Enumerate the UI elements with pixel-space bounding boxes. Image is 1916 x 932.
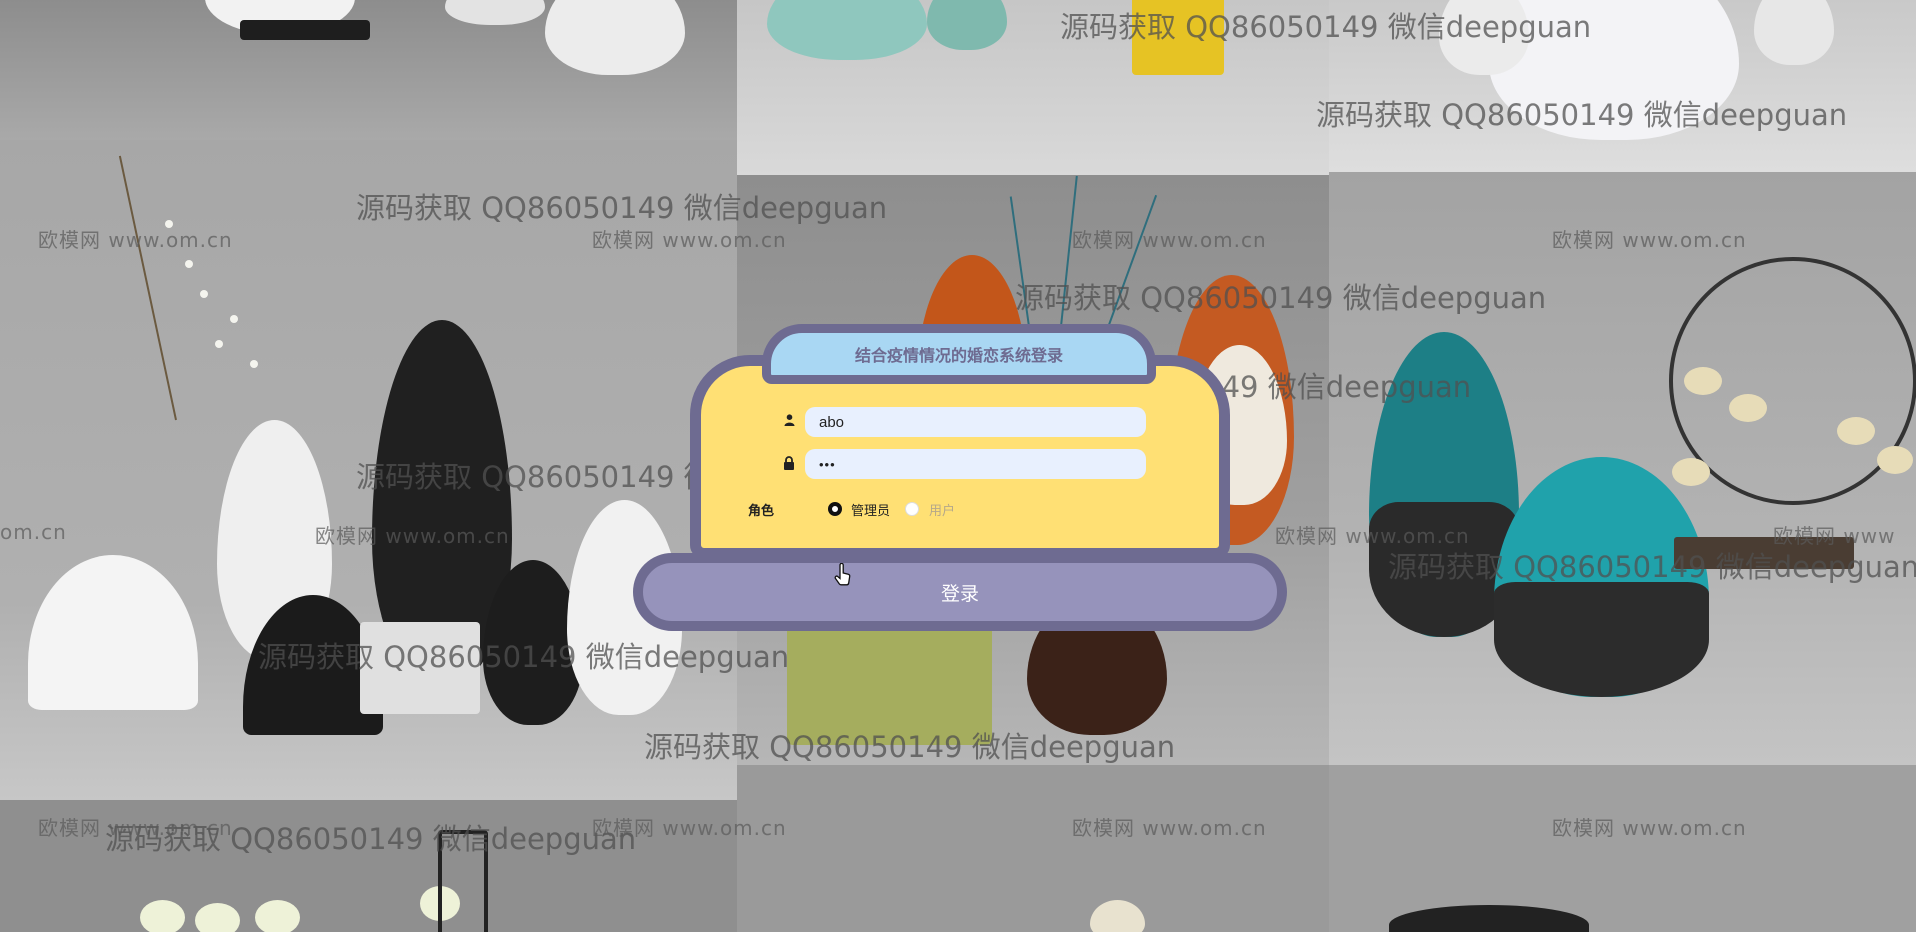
role-radio-admin[interactable]: [828, 502, 842, 516]
watermark-site: 欧模网 www.om.cn: [38, 816, 233, 840]
watermark-text: 源码获取 QQ86050149 微信deepguan: [258, 640, 790, 674]
role-label-user[interactable]: 用户: [929, 500, 955, 519]
background-tile: [1329, 765, 1916, 932]
watermark-site: om.cn: [0, 520, 67, 544]
login-button[interactable]: 登录: [633, 553, 1287, 631]
background-tile: [0, 0, 737, 140]
watermark-site: 欧模网 www.om.cn: [315, 524, 510, 548]
watermark-text: 源码获取 QQ86050149 微信deepguan: [1388, 550, 1916, 584]
role-label-admin[interactable]: 管理员: [851, 500, 890, 519]
watermark-site: 欧模网 www.om.cn: [38, 228, 233, 252]
role-label: 角色: [748, 504, 775, 519]
background-tile: [1329, 172, 1916, 765]
role-radio-user[interactable]: [905, 502, 919, 516]
password-input[interactable]: •••: [805, 449, 1146, 479]
watermark-site: 欧模网 www.om.cn: [1072, 228, 1267, 252]
password-mask: •••: [819, 456, 836, 472]
watermark-text: 源码获取 QQ86050149 微信deepguan: [1015, 281, 1547, 315]
watermark-text: 源码获取 QQ86050149 微信deepguan: [356, 191, 888, 225]
username-input[interactable]: abo: [805, 407, 1146, 437]
watermark-site: 欧模网 www.om.cn: [592, 816, 787, 840]
login-button-label: 登录: [940, 583, 979, 605]
watermark-site: 欧模网 www.om.cn: [1552, 228, 1747, 252]
login-title-text: 结合疫情情况的婚恋系统登录: [854, 346, 1063, 365]
lock-icon: [783, 456, 795, 473]
user-icon: [784, 414, 795, 429]
watermark-site: 欧模网 www.om.cn: [1552, 816, 1747, 840]
login-title: 结合疫情情况的婚恋系统登录: [762, 324, 1156, 384]
watermark-site: 欧模网 www.om.cn: [592, 228, 787, 252]
watermark-site: 欧模网 www: [1773, 524, 1896, 548]
watermark-site: 欧模网 www.om.cn: [1275, 524, 1470, 548]
watermark-text: 源码获取 QQ86050149 微信deepguan: [1316, 98, 1848, 132]
background-tile: [737, 765, 1329, 932]
watermark-text: 源码获取 QQ86050149 微信deepguan: [644, 730, 1176, 764]
watermark-site: 欧模网 www.om.cn: [1072, 816, 1267, 840]
username-value: abo: [819, 413, 845, 431]
hand-pointer-icon: [834, 562, 852, 593]
watermark-text: 源码获取 QQ86050149 微信deepguan: [1060, 10, 1592, 44]
